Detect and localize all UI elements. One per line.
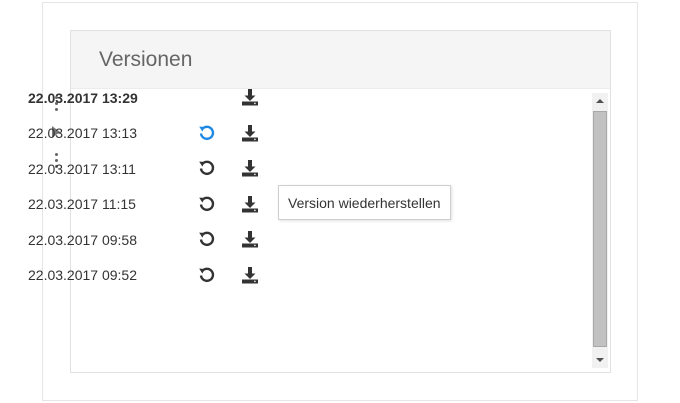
restore-icon[interactable] [198, 230, 216, 248]
download-icon[interactable] [241, 158, 259, 178]
restore-icon[interactable] [198, 124, 216, 142]
download-icon[interactable] [241, 229, 259, 249]
version-date: 22.03.2017 13:13 [28, 125, 137, 142]
scroll-down-button[interactable] [592, 352, 608, 368]
version-row: 22.03.2017 09:58 [28, 222, 508, 258]
scrollbar[interactable] [592, 93, 608, 368]
restore-icon[interactable] [198, 159, 216, 177]
panel-title: Versionen [99, 47, 193, 71]
version-row: 22.03.2017 13:11 [28, 151, 508, 187]
version-date: 22.03.2017 13:11 [28, 160, 136, 177]
restore-icon[interactable] [198, 195, 216, 213]
download-icon[interactable] [241, 194, 259, 214]
download-icon[interactable] [241, 123, 259, 143]
version-row: 22.03.2017 13:29 [28, 80, 508, 116]
version-date: 22.03.2017 09:58 [28, 231, 137, 248]
version-row: 22.03.2017 13:13 [28, 116, 508, 152]
scroll-up-arrow-icon [596, 99, 604, 103]
scroll-thumb[interactable] [593, 111, 607, 347]
version-date: 22.03.2017 09:52 [28, 267, 137, 284]
tooltip: Version wiederherstellen [278, 185, 451, 220]
version-date: 22.03.2017 11:15 [28, 196, 136, 213]
download-icon[interactable] [241, 87, 259, 107]
download-icon[interactable] [241, 265, 259, 285]
restore-icon[interactable] [198, 266, 216, 284]
version-row: 22.03.2017 09:52 [28, 258, 508, 294]
scroll-up-button[interactable] [592, 93, 608, 109]
version-date: 22.03.2017 13:29 [28, 89, 138, 106]
scroll-down-arrow-icon [596, 358, 604, 362]
